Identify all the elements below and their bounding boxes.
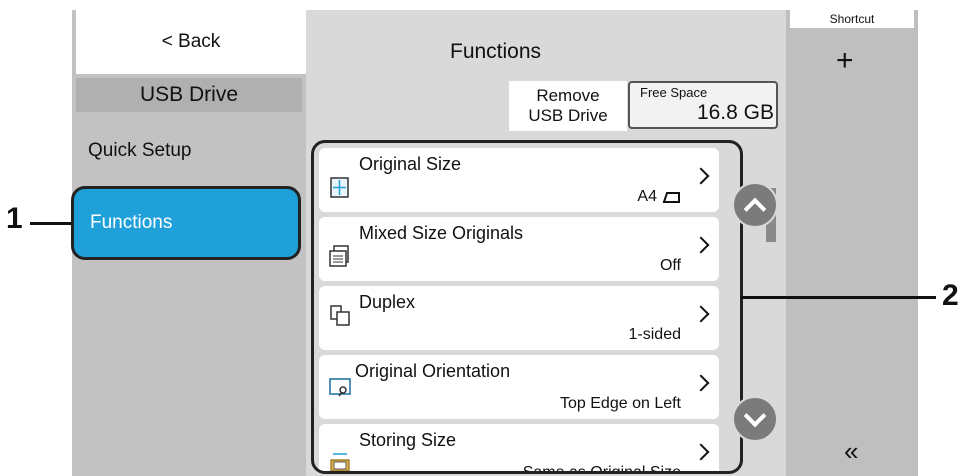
callout-1-line bbox=[30, 222, 72, 225]
function-row-original-size[interactable]: Original Size A4 bbox=[319, 148, 719, 212]
back-button[interactable]: < Back bbox=[76, 10, 306, 74]
storing-size-icon bbox=[330, 453, 350, 471]
row-title: Mixed Size Originals bbox=[359, 223, 524, 243]
shortcut-panel bbox=[786, 10, 918, 476]
landscape-paper-icon bbox=[662, 192, 680, 203]
chevron-right-icon bbox=[692, 374, 710, 392]
row-value: Top Edge on Left bbox=[560, 395, 681, 412]
remove-usb-line2: USB Drive bbox=[528, 106, 608, 125]
function-row-orientation[interactable]: Original Orientation Top Edge on Left bbox=[319, 355, 719, 419]
menu-item-functions[interactable]: Functions bbox=[71, 186, 301, 260]
row-title: Original Orientation bbox=[355, 361, 511, 381]
menu-item-quick-setup[interactable]: Quick Setup bbox=[88, 140, 192, 162]
row-title: Storing Size bbox=[359, 430, 457, 450]
row-title: Duplex bbox=[359, 292, 416, 312]
function-row-mixed-size[interactable]: Mixed Size Originals Off bbox=[319, 217, 719, 281]
chevron-up-icon bbox=[743, 197, 767, 221]
row-value: Off bbox=[659, 257, 681, 274]
row-title: Original Size bbox=[359, 154, 462, 174]
add-shortcut-button[interactable]: + bbox=[836, 44, 854, 78]
shortcut-header: Shortcut bbox=[790, 10, 914, 28]
row-value: A4 bbox=[637, 188, 657, 205]
chevron-right-icon bbox=[692, 443, 710, 461]
page-title: Functions bbox=[450, 40, 542, 63]
callout-1: 1 bbox=[6, 202, 23, 235]
function-row-storing-size[interactable]: Storing Size Same as Original Size bbox=[319, 424, 719, 474]
callout-2-line bbox=[741, 296, 936, 299]
function-row-duplex[interactable]: Duplex 1-sided bbox=[319, 286, 719, 350]
collapse-panel-button[interactable]: « bbox=[844, 436, 858, 467]
callout-2: 2 bbox=[942, 279, 959, 312]
chevron-down-icon bbox=[743, 404, 767, 428]
function-list: Original Size A4 Mixed Size Originals Of… bbox=[311, 140, 743, 474]
free-space-label: Free Space bbox=[640, 85, 708, 100]
panel-title: USB Drive bbox=[76, 78, 302, 112]
row-value: Same as Original Size bbox=[522, 464, 681, 474]
orientation-icon bbox=[329, 378, 351, 397]
scroll-up-button[interactable] bbox=[732, 182, 778, 228]
menu-item-label: Functions bbox=[90, 212, 173, 233]
chevron-right-icon bbox=[692, 236, 710, 254]
remove-usb-button[interactable]: Remove USB Drive bbox=[509, 81, 627, 131]
duplex-icon bbox=[330, 305, 350, 326]
remove-usb-line1: Remove bbox=[536, 86, 600, 105]
mixed-size-icon bbox=[329, 245, 349, 267]
free-space-indicator: Free Space 16.8 GB bbox=[628, 81, 778, 129]
chevron-right-icon bbox=[692, 305, 710, 323]
row-value: 1-sided bbox=[628, 326, 681, 343]
free-space-value: 16.8 GB bbox=[696, 101, 774, 124]
scroll-down-button[interactable] bbox=[732, 396, 778, 442]
original-size-icon bbox=[330, 177, 349, 198]
chevron-right-icon bbox=[692, 167, 710, 185]
